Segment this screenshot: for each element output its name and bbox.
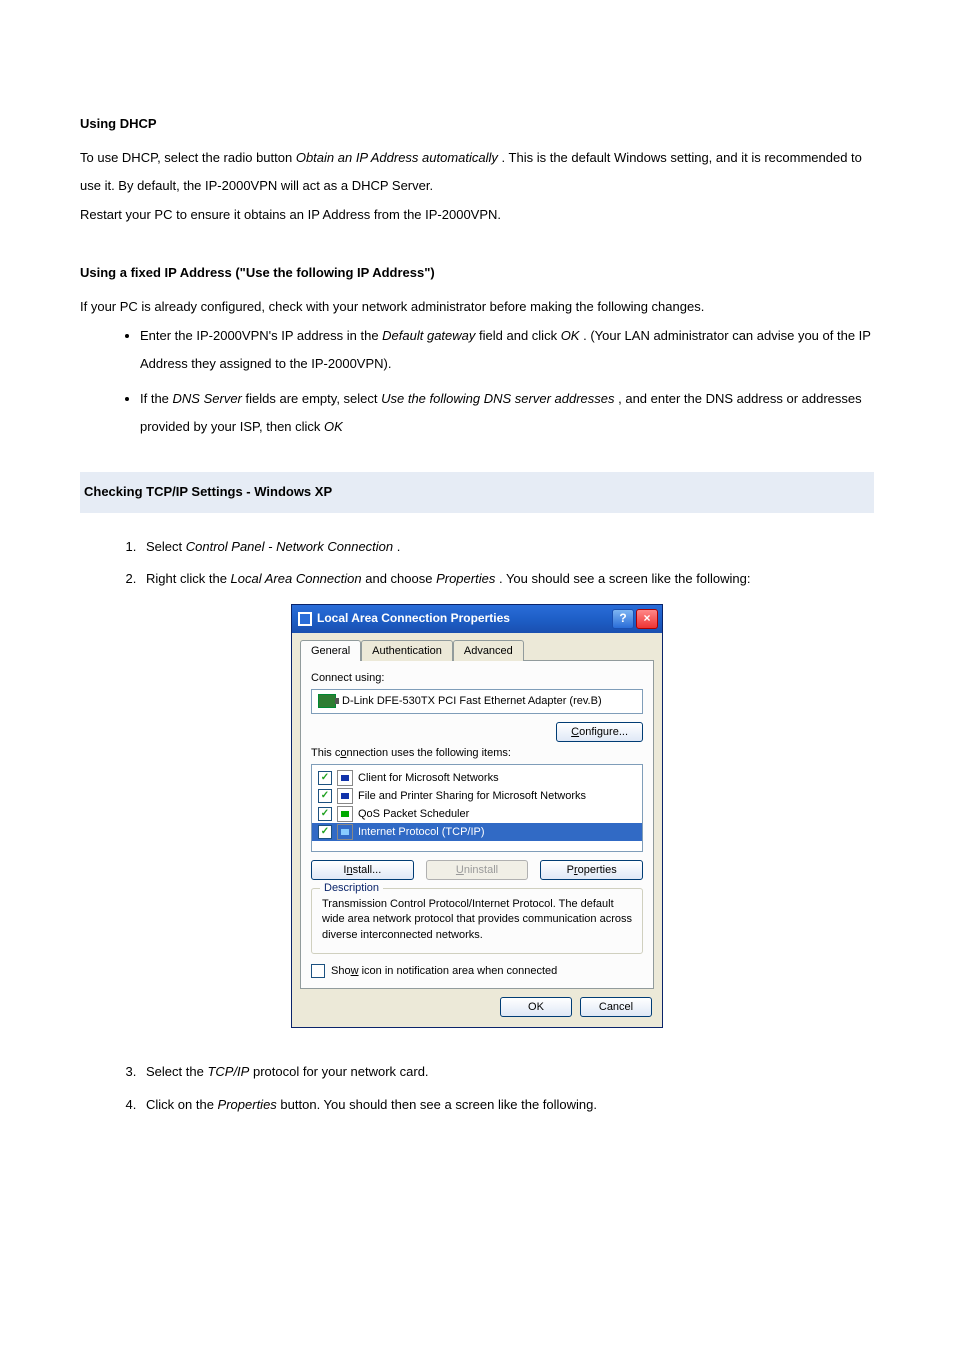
section-heading-xp: Checking TCP/IP Settings - Windows XP bbox=[80, 472, 874, 513]
text: To use DHCP, select the radio button bbox=[80, 150, 296, 165]
text: fields are empty, select bbox=[246, 391, 382, 406]
tab-general[interactable]: General bbox=[300, 640, 361, 661]
dialog-tabs: General Authentication Advanced bbox=[292, 633, 662, 660]
step-item: Select Control Panel - Network Connectio… bbox=[140, 533, 874, 562]
bullet-item: If the DNS Server fields are empty, sele… bbox=[140, 385, 874, 442]
checkbox-icon[interactable] bbox=[311, 964, 325, 978]
nic-icon bbox=[318, 694, 336, 708]
item-label: Client for Microsoft Networks bbox=[358, 771, 499, 785]
text-italic: Control Panel - Network Connection bbox=[186, 539, 393, 554]
text: Select the bbox=[146, 1064, 207, 1079]
items-listbox[interactable]: ✓ Client for Microsoft Networks ✓ File a… bbox=[311, 764, 643, 852]
description-title: Description bbox=[320, 881, 383, 895]
dialog-titlebar[interactable]: Local Area Connection Properties ? × bbox=[292, 605, 662, 633]
text-italic: Default gateway bbox=[382, 328, 475, 343]
step-item: Select the TCP/IP protocol for your netw… bbox=[140, 1058, 874, 1087]
client-icon bbox=[337, 770, 353, 786]
items-label: This connection uses the following items… bbox=[311, 746, 643, 760]
text-italic: DNS Server bbox=[173, 391, 242, 406]
description-text: Transmission Control Protocol/Internet P… bbox=[322, 897, 632, 943]
text-italic: OK bbox=[324, 419, 343, 434]
paragraph: To use DHCP, select the radio button Obt… bbox=[80, 144, 874, 201]
heading-dhcp: Using DHCP bbox=[80, 110, 874, 139]
adapter-field[interactable]: D-Link DFE-530TX PCI Fast Ethernet Adapt… bbox=[311, 689, 643, 713]
text: . You should see a screen like the follo… bbox=[499, 571, 751, 586]
item-label: Internet Protocol (TCP/IP) bbox=[358, 825, 485, 839]
tab-advanced[interactable]: Advanced bbox=[453, 640, 524, 661]
protocol-icon bbox=[337, 824, 353, 840]
text: protocol for your network card. bbox=[253, 1064, 429, 1079]
help-button[interactable]: ? bbox=[612, 609, 634, 629]
text: If the bbox=[140, 391, 173, 406]
show-icon-row[interactable]: Show icon in notification area when conn… bbox=[311, 964, 643, 978]
adapter-name: D-Link DFE-530TX PCI Fast Ethernet Adapt… bbox=[342, 694, 602, 708]
checkbox-icon[interactable]: ✓ bbox=[318, 825, 332, 839]
step-item: Right click the Local Area Connection an… bbox=[140, 565, 874, 594]
list-item-selected[interactable]: ✓ Internet Protocol (TCP/IP) bbox=[312, 823, 642, 841]
paragraph: If your PC is already configured, check … bbox=[80, 293, 874, 322]
checkbox-icon[interactable]: ✓ bbox=[318, 789, 332, 803]
text-italic: Properties bbox=[218, 1097, 277, 1112]
ok-button[interactable]: OK bbox=[500, 997, 572, 1017]
service-icon bbox=[337, 806, 353, 822]
close-button[interactable]: × bbox=[636, 609, 658, 629]
text: and choose bbox=[365, 571, 436, 586]
list-item[interactable]: ✓ Client for Microsoft Networks bbox=[312, 769, 642, 787]
cancel-button[interactable]: Cancel bbox=[580, 997, 652, 1017]
list-item[interactable]: ✓ QoS Packet Scheduler bbox=[312, 805, 642, 823]
dialog-title: Local Area Connection Properties bbox=[317, 611, 510, 627]
configure-button[interactable]: Configure... bbox=[556, 722, 643, 742]
text: Select bbox=[146, 539, 186, 554]
text: Enter the IP-2000VPN's IP address in the bbox=[140, 328, 382, 343]
bullet-item: Enter the IP-2000VPN's IP address in the… bbox=[140, 322, 874, 379]
properties-dialog: Local Area Connection Properties ? × Gen… bbox=[291, 604, 663, 1029]
list-item[interactable]: ✓ File and Printer Sharing for Microsoft… bbox=[312, 787, 642, 805]
tab-authentication[interactable]: Authentication bbox=[361, 640, 453, 661]
description-group: Description Transmission Control Protoco… bbox=[311, 888, 643, 954]
properties-button[interactable]: Properties bbox=[540, 860, 643, 880]
text: Click on the bbox=[146, 1097, 218, 1112]
connect-using-label: Connect using: bbox=[311, 671, 643, 685]
install-button[interactable]: Install... bbox=[311, 860, 414, 880]
text-italic: Properties bbox=[436, 571, 495, 586]
text: . bbox=[397, 539, 401, 554]
service-icon bbox=[337, 788, 353, 804]
item-label: QoS Packet Scheduler bbox=[358, 807, 469, 821]
heading-fixed-ip: Using a fixed IP Address ("Use the follo… bbox=[80, 259, 874, 288]
checkbox-icon[interactable]: ✓ bbox=[318, 807, 332, 821]
step-item: Click on the Properties button. You shou… bbox=[140, 1091, 874, 1120]
show-icon-label: Show icon in notification area when conn… bbox=[331, 964, 557, 978]
text: button. You should then see a screen lik… bbox=[280, 1097, 597, 1112]
text-italic: OK bbox=[561, 328, 580, 343]
text: Right click the bbox=[146, 571, 231, 586]
paragraph: Restart your PC to ensure it obtains an … bbox=[80, 201, 874, 230]
text-italic: Use the following DNS server addresses bbox=[381, 391, 614, 406]
checkbox-icon[interactable]: ✓ bbox=[318, 771, 332, 785]
text-italic: Local Area Connection bbox=[231, 571, 362, 586]
text: field and click bbox=[479, 328, 561, 343]
text-italic: Obtain an IP Address automatically bbox=[296, 150, 498, 165]
text-italic: TCP/IP bbox=[207, 1064, 249, 1079]
item-label: File and Printer Sharing for Microsoft N… bbox=[358, 789, 586, 803]
uninstall-button: Uninstall bbox=[426, 860, 529, 880]
btn-text: onfigure... bbox=[579, 726, 628, 738]
window-icon bbox=[298, 612, 312, 626]
